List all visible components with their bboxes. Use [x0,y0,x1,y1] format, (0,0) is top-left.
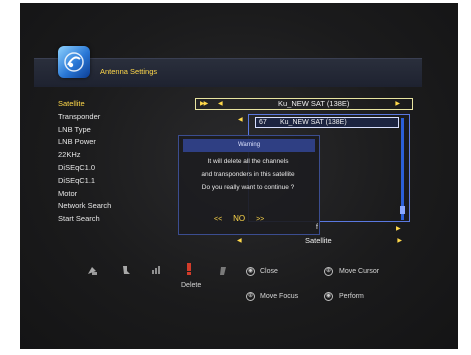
red-key-icon[interactable] [186,263,192,276]
no-button[interactable]: NO [233,214,245,223]
start-search-value: Satellite [305,236,332,245]
menu-item-diseqc10[interactable]: DiSEqC1.0 [58,162,111,175]
network-search-value: f [316,224,318,231]
perform-hint-label: Perform [339,293,364,300]
color-key-icon [152,266,160,274]
delete-hint-label: Delete [181,282,202,289]
choice-next-icon[interactable]: >> [256,216,264,223]
ok-key-icon: ⊕ [324,267,333,276]
color-key-icon [88,267,97,275]
menu-item-satellite[interactable]: Satellite [58,98,111,111]
close-hint-label: Close [260,268,278,275]
settings-menu: Satellite Transponder LNB Type LNB Power… [58,98,111,226]
scrollbar-thumb[interactable] [400,206,405,214]
header-bar [34,58,422,87]
exit-key-icon: ◉ [246,267,255,276]
satellite-number: 67 [259,119,267,126]
menu-item-lnb-power[interactable]: LNB Power [58,136,111,149]
dialog-title: Warning [183,139,315,152]
page-title: Antenna Settings [100,67,158,76]
menu-item-network-search[interactable]: Network Search [58,200,111,213]
focus-key-icon: ⊕ [246,292,255,301]
dialog-message-line1: It will delete all the channels [207,158,289,165]
satellite-value: Ku_NEW SAT (138E) [278,99,350,108]
menu-item-transponder[interactable]: Transponder [58,111,111,124]
satellite-selector[interactable]: ▶▶ ◀ Ku_NEW SAT (138E) ▶ [195,98,413,110]
menu-item-22khz[interactable]: 22KHz [58,149,111,162]
satellite-name: Ku_NEW SAT (138E) [280,119,347,126]
perform-key-icon: ◉ [324,292,333,301]
satellite-list-selected[interactable]: 67 Ku_NEW SAT (138E) [255,117,399,128]
menu-item-start-search[interactable]: Start Search [58,213,111,226]
dialog-choice[interactable]: << NO >> [214,214,273,223]
satellite-dish-icon [64,52,84,72]
dialog-message-line2: and transponders in this satellite [201,171,295,178]
choice-prev-icon[interactable]: << [214,216,222,223]
move-cursor-hint-label: Move Cursor [339,268,380,275]
move-focus-hint-label: Move Focus [260,293,299,300]
right-arrow-icon[interactable]: ▶ [397,237,402,244]
right-arrow-icon[interactable]: ▶ [395,100,400,107]
play-pause-icon: ▶▶ [200,101,208,107]
dialog-message-line3: Do you really want to continue ? [201,184,295,191]
menu-item-lnb-type[interactable]: LNB Type [58,124,111,137]
left-arrow-icon[interactable]: ◀ [218,100,223,107]
list-scrollbar[interactable] [401,118,404,220]
color-key-icon [123,266,130,274]
left-arrow-icon[interactable]: ◀ [237,237,242,244]
start-search-selector[interactable]: ◀ Satellite ▶ [237,236,402,247]
menu-item-motor[interactable]: Motor [58,188,111,201]
info-icon [220,267,226,275]
left-arrow-icon[interactable]: ◀ [238,116,243,123]
menu-item-diseqc11[interactable]: DiSEqC1.1 [58,175,111,188]
right-arrow-icon[interactable]: ▶ [396,225,401,232]
